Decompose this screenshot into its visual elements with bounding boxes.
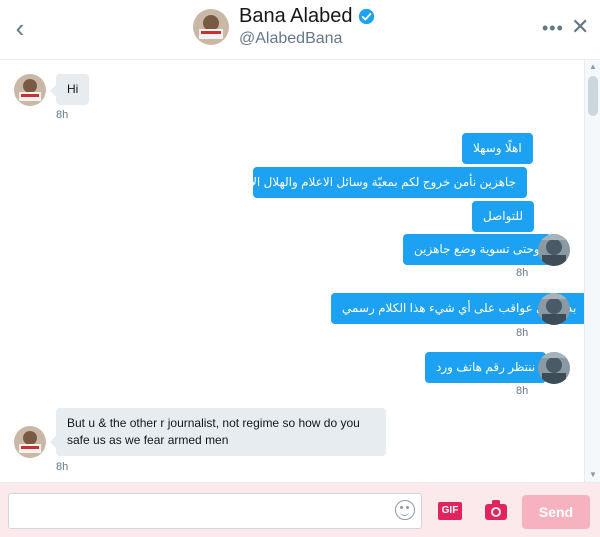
thread-scrollbar[interactable]: ▲ ▼ (584, 60, 600, 482)
message-bubble-outgoing: ننتظر رقم هاتف ورد (425, 352, 553, 383)
avatar-bana (14, 426, 46, 458)
avatar-bana[interactable] (193, 9, 229, 45)
message-input[interactable] (8, 493, 422, 529)
avatar-sender (538, 293, 570, 325)
conversation-header: ‹ Bana Alabed @AlabedBana ••• ✕ (0, 0, 600, 60)
scrollbar-thumb[interactable] (588, 76, 598, 116)
camera-icon[interactable] (484, 499, 508, 521)
message-composer: GIF Send (0, 482, 600, 537)
contact-name: Bana Alabed (239, 5, 353, 27)
more-options-icon[interactable]: ••• (542, 18, 564, 39)
gif-button[interactable]: GIF (438, 502, 462, 520)
send-button[interactable]: Send (522, 495, 590, 529)
message-bubble-outgoing: للتواصل (472, 201, 535, 232)
emoji-icon[interactable] (395, 500, 415, 520)
verified-badge-icon (359, 8, 375, 25)
avatar-bana (14, 74, 46, 106)
scroll-up-arrow-icon[interactable]: ▲ (588, 62, 598, 72)
message-bubble-incoming: But u & the other r journalist, not regi… (50, 408, 386, 456)
message-bubble-incoming: Hi (49, 74, 90, 105)
message-timestamp: 8h (516, 385, 529, 397)
message-bubble-outgoing: وحتى تسوية وضع جاهزين (403, 234, 557, 265)
message-bubble-outgoing: جاهزين نأمن خروج لكم بمعيّة وسائل الاعلا… (157, 167, 527, 198)
back-chevron-icon[interactable]: ‹ (8, 14, 32, 42)
message-timestamp: 8h (56, 109, 69, 121)
avatar-sender (538, 352, 570, 384)
avatar-sender (538, 234, 570, 266)
contact-name-row: Bana Alabed (239, 5, 375, 28)
message-timestamp: 8h (56, 461, 69, 473)
message-bubble-outgoing: اهلًا وسهلا (462, 133, 533, 164)
message-timestamp: 8h (516, 327, 529, 339)
message-thread[interactable]: Hi 8h اهلًا وسهلا جاهزين نأمن خروج لكم ب… (0, 60, 600, 482)
contact-handle: @AlabedBana (239, 30, 343, 47)
close-icon[interactable]: ✕ (571, 15, 589, 39)
scroll-down-arrow-icon[interactable]: ▼ (588, 470, 598, 480)
message-timestamp: 8h (516, 267, 529, 279)
